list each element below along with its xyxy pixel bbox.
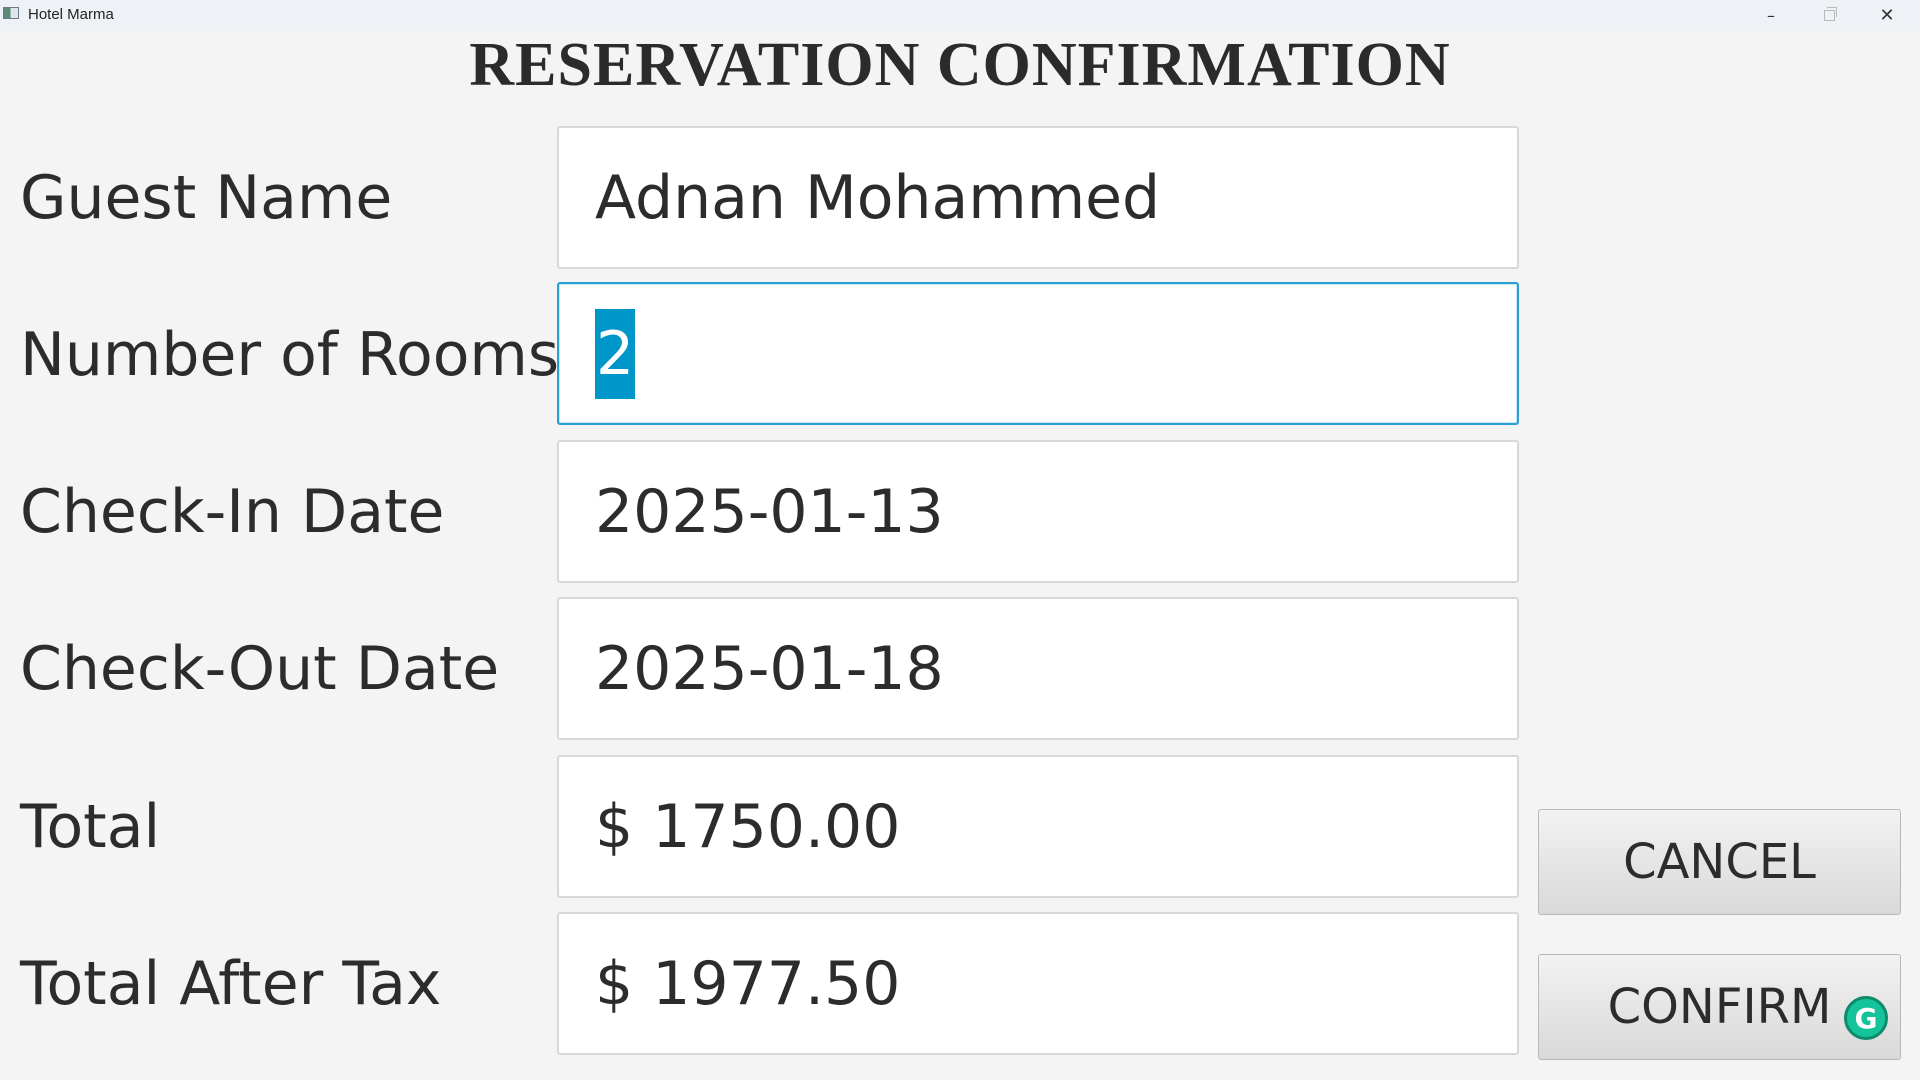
rooms-field[interactable]: 2 (557, 282, 1519, 425)
guest-name-value: Adnan Mohammed (595, 162, 1161, 233)
grammarly-icon[interactable]: G (1844, 996, 1888, 1040)
total-after-tax-value: $ 1977.50 (595, 948, 901, 1019)
total-label: Total (20, 792, 161, 862)
cancel-button[interactable]: CANCEL (1538, 809, 1901, 915)
minimize-button[interactable]: – (1742, 0, 1800, 31)
check-out-label: Check-Out Date (20, 634, 500, 704)
close-window-button[interactable]: ✕ (1858, 0, 1916, 31)
total-after-tax-label: Total After Tax (20, 949, 442, 1019)
check-out-value: 2025-01-18 (595, 633, 944, 704)
check-in-field[interactable]: 2025-01-13 (557, 440, 1519, 583)
rooms-value-selected: 2 (595, 308, 636, 399)
total-value: $ 1750.00 (595, 791, 901, 862)
check-in-value: 2025-01-13 (595, 476, 944, 547)
page-title: RESERVATION CONFIRMATION (469, 31, 1451, 99)
guest-name-field[interactable]: Adnan Mohammed (557, 126, 1519, 269)
guest-name-label: Guest Name (20, 163, 393, 233)
total-after-tax-field[interactable]: $ 1977.50 (557, 912, 1519, 1055)
check-in-label: Check-In Date (20, 477, 445, 547)
check-out-field[interactable]: 2025-01-18 (557, 597, 1519, 740)
close-icon: ✕ (1879, 5, 1895, 26)
window-titlebar: Hotel Marma – ✕ (0, 0, 1920, 31)
app-window-icon (3, 7, 19, 19)
window-title: Hotel Marma (28, 6, 114, 23)
maximize-button[interactable] (1800, 0, 1858, 31)
rooms-label: Number of Rooms (20, 320, 560, 390)
total-field[interactable]: $ 1750.00 (557, 755, 1519, 898)
minimize-icon: – (1767, 6, 1775, 25)
restore-icon (1823, 7, 1837, 21)
